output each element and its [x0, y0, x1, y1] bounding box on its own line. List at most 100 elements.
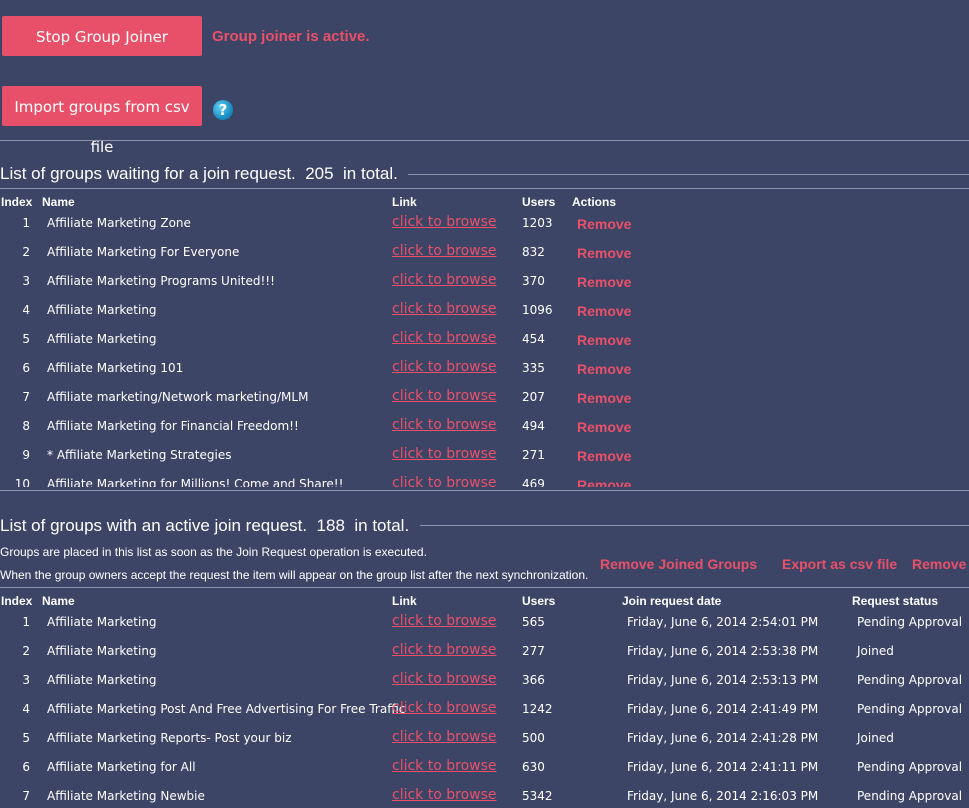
remove-button[interactable]: Remove [577, 325, 631, 356]
remove-joined-groups-button[interactable]: Remove Joined Groups [600, 556, 757, 572]
browse-link[interactable]: click to browse [392, 608, 497, 635]
group-name: Affiliate Marketing for Financial Freedo… [47, 419, 299, 433]
active-section-title: List of groups with an active join reque… [0, 516, 410, 535]
request-status: Joined [857, 644, 894, 658]
table-row: 1 Affiliate Marketing click to browse 565 Fr… [0, 608, 969, 637]
waiting-groups-table[interactable]: 1 Affiliate Marketing Zone click to browse… [0, 209, 969, 487]
request-status: Pending Approval [857, 760, 963, 774]
col-users-header: Users [522, 195, 556, 209]
browse-link[interactable]: click to browse [392, 412, 497, 439]
group-name: Affiliate Marketing Reports- Post your b… [47, 731, 292, 745]
remove-button[interactable]: Remove [577, 354, 631, 385]
group-name: Affiliate Marketing [47, 332, 157, 346]
active-info-text-2: When the group owners accept the request… [0, 568, 589, 582]
remove-button[interactable]: Remove [577, 267, 631, 298]
group-name: Affiliate Marketing [47, 303, 157, 317]
row-index: 7 [22, 789, 30, 803]
col-name-header: Name [42, 594, 75, 608]
group-name: Affiliate Marketing for Millions! Come a… [47, 477, 344, 487]
divider [0, 490, 969, 491]
remove-button[interactable]: Remove [577, 238, 631, 269]
remove-button[interactable]: Remove [577, 470, 631, 487]
row-index: 7 [22, 390, 30, 404]
browse-link[interactable]: click to browse [392, 666, 497, 693]
table-row: 5 Affiliate Marketing click to browse 454 Re… [0, 325, 969, 354]
row-index: 8 [22, 419, 30, 433]
table-row: 8 Affiliate Marketing for Financial Freed… [0, 412, 969, 441]
browse-link[interactable]: click to browse [392, 238, 497, 265]
col-index-header: Index [1, 195, 33, 209]
table-row: 10 Affiliate Marketing for Millions! Come… [0, 470, 969, 487]
browse-link[interactable]: click to browse [392, 383, 497, 410]
table-row: 9 * Affiliate Marketing Strategies click t… [0, 441, 969, 470]
row-index: 5 [22, 332, 30, 346]
row-index: 4 [22, 303, 30, 317]
joiner-status-text: Group joiner is active. [212, 28, 370, 45]
row-index: 9 [22, 448, 30, 462]
remove-button[interactable]: Remove [577, 412, 631, 443]
divider [0, 140, 969, 141]
row-index: 5 [22, 731, 30, 745]
request-status: Pending Approval [857, 789, 963, 803]
table-row: 5 Affiliate Marketing Reports- Post your … [0, 724, 969, 753]
user-count: 277 [522, 644, 545, 658]
row-index: 2 [22, 644, 30, 658]
browse-link[interactable]: click to browse [392, 470, 497, 487]
user-count: 207 [522, 390, 545, 404]
import-csv-button[interactable]: Import groups from csv file [2, 86, 202, 156]
row-index: 2 [22, 245, 30, 259]
col-join-date-header: Join request date [622, 594, 722, 608]
remove-button[interactable]: Remove [577, 209, 631, 240]
browse-link[interactable]: click to browse [392, 782, 497, 808]
remove-button[interactable]: Remove [577, 441, 631, 472]
group-name: Affiliate Marketing Zone [47, 216, 191, 230]
browse-link[interactable]: click to browse [392, 209, 497, 236]
browse-link[interactable]: click to browse [392, 325, 497, 352]
stop-group-joiner-button[interactable]: Stop Group Joiner [2, 16, 202, 56]
browse-link[interactable]: click to browse [392, 441, 497, 468]
col-name-header: Name [42, 195, 75, 209]
remove-button[interactable]: Remove [912, 556, 966, 572]
export-csv-button[interactable]: Export as csv file [782, 556, 897, 572]
active-info-text-1: Groups are placed in this list as soon a… [0, 545, 427, 559]
user-count: 370 [522, 274, 545, 288]
table-row: 7 Affiliate Marketing Newbie click to brow… [0, 782, 969, 808]
col-request-status-header: Request status [852, 594, 939, 608]
browse-link[interactable]: click to browse [392, 637, 497, 664]
request-status: Joined [857, 731, 894, 745]
active-groups-table[interactable]: 1 Affiliate Marketing click to browse 565 Fr… [0, 608, 969, 808]
remove-button[interactable]: Remove [577, 296, 631, 327]
browse-link[interactable]: click to browse [392, 296, 497, 323]
request-status: Pending Approval [857, 673, 963, 687]
group-name: Affiliate Marketing for All [47, 760, 196, 774]
user-count: 1203 [522, 216, 553, 230]
remove-button[interactable]: Remove [577, 383, 631, 414]
row-index: 1 [22, 216, 30, 230]
browse-link[interactable]: click to browse [392, 267, 497, 294]
row-index: 6 [22, 760, 30, 774]
divider [0, 188, 969, 189]
col-users-header: Users [522, 594, 556, 608]
table-row: 6 Affiliate Marketing 101 click to browse 3… [0, 354, 969, 383]
browse-link[interactable]: click to browse [392, 753, 497, 780]
browse-link[interactable]: click to browse [392, 724, 497, 751]
group-name: Affiliate Marketing For Everyone [47, 245, 240, 259]
user-count: 1242 [522, 702, 553, 716]
user-count: 494 [522, 419, 545, 433]
request-status: Pending Approval [857, 615, 963, 629]
browse-link[interactable]: click to browse [392, 695, 497, 722]
help-icon[interactable]: ? [213, 100, 233, 120]
row-index: 1 [22, 615, 30, 629]
join-request-date: Friday, June 6, 2014 2:41:49 PM [627, 702, 819, 716]
col-link-header: Link [392, 594, 417, 608]
table-row: 1 Affiliate Marketing Zone click to browse… [0, 209, 969, 238]
user-count: 832 [522, 245, 545, 259]
user-count: 565 [522, 615, 545, 629]
browse-link[interactable]: click to browse [392, 354, 497, 381]
table-row: 6 Affiliate Marketing for All click to bro… [0, 753, 969, 782]
user-count: 500 [522, 731, 545, 745]
user-count: 5342 [522, 789, 553, 803]
col-link-header: Link [392, 195, 417, 209]
user-count: 454 [522, 332, 545, 346]
join-request-date: Friday, June 6, 2014 2:53:13 PM [627, 673, 819, 687]
